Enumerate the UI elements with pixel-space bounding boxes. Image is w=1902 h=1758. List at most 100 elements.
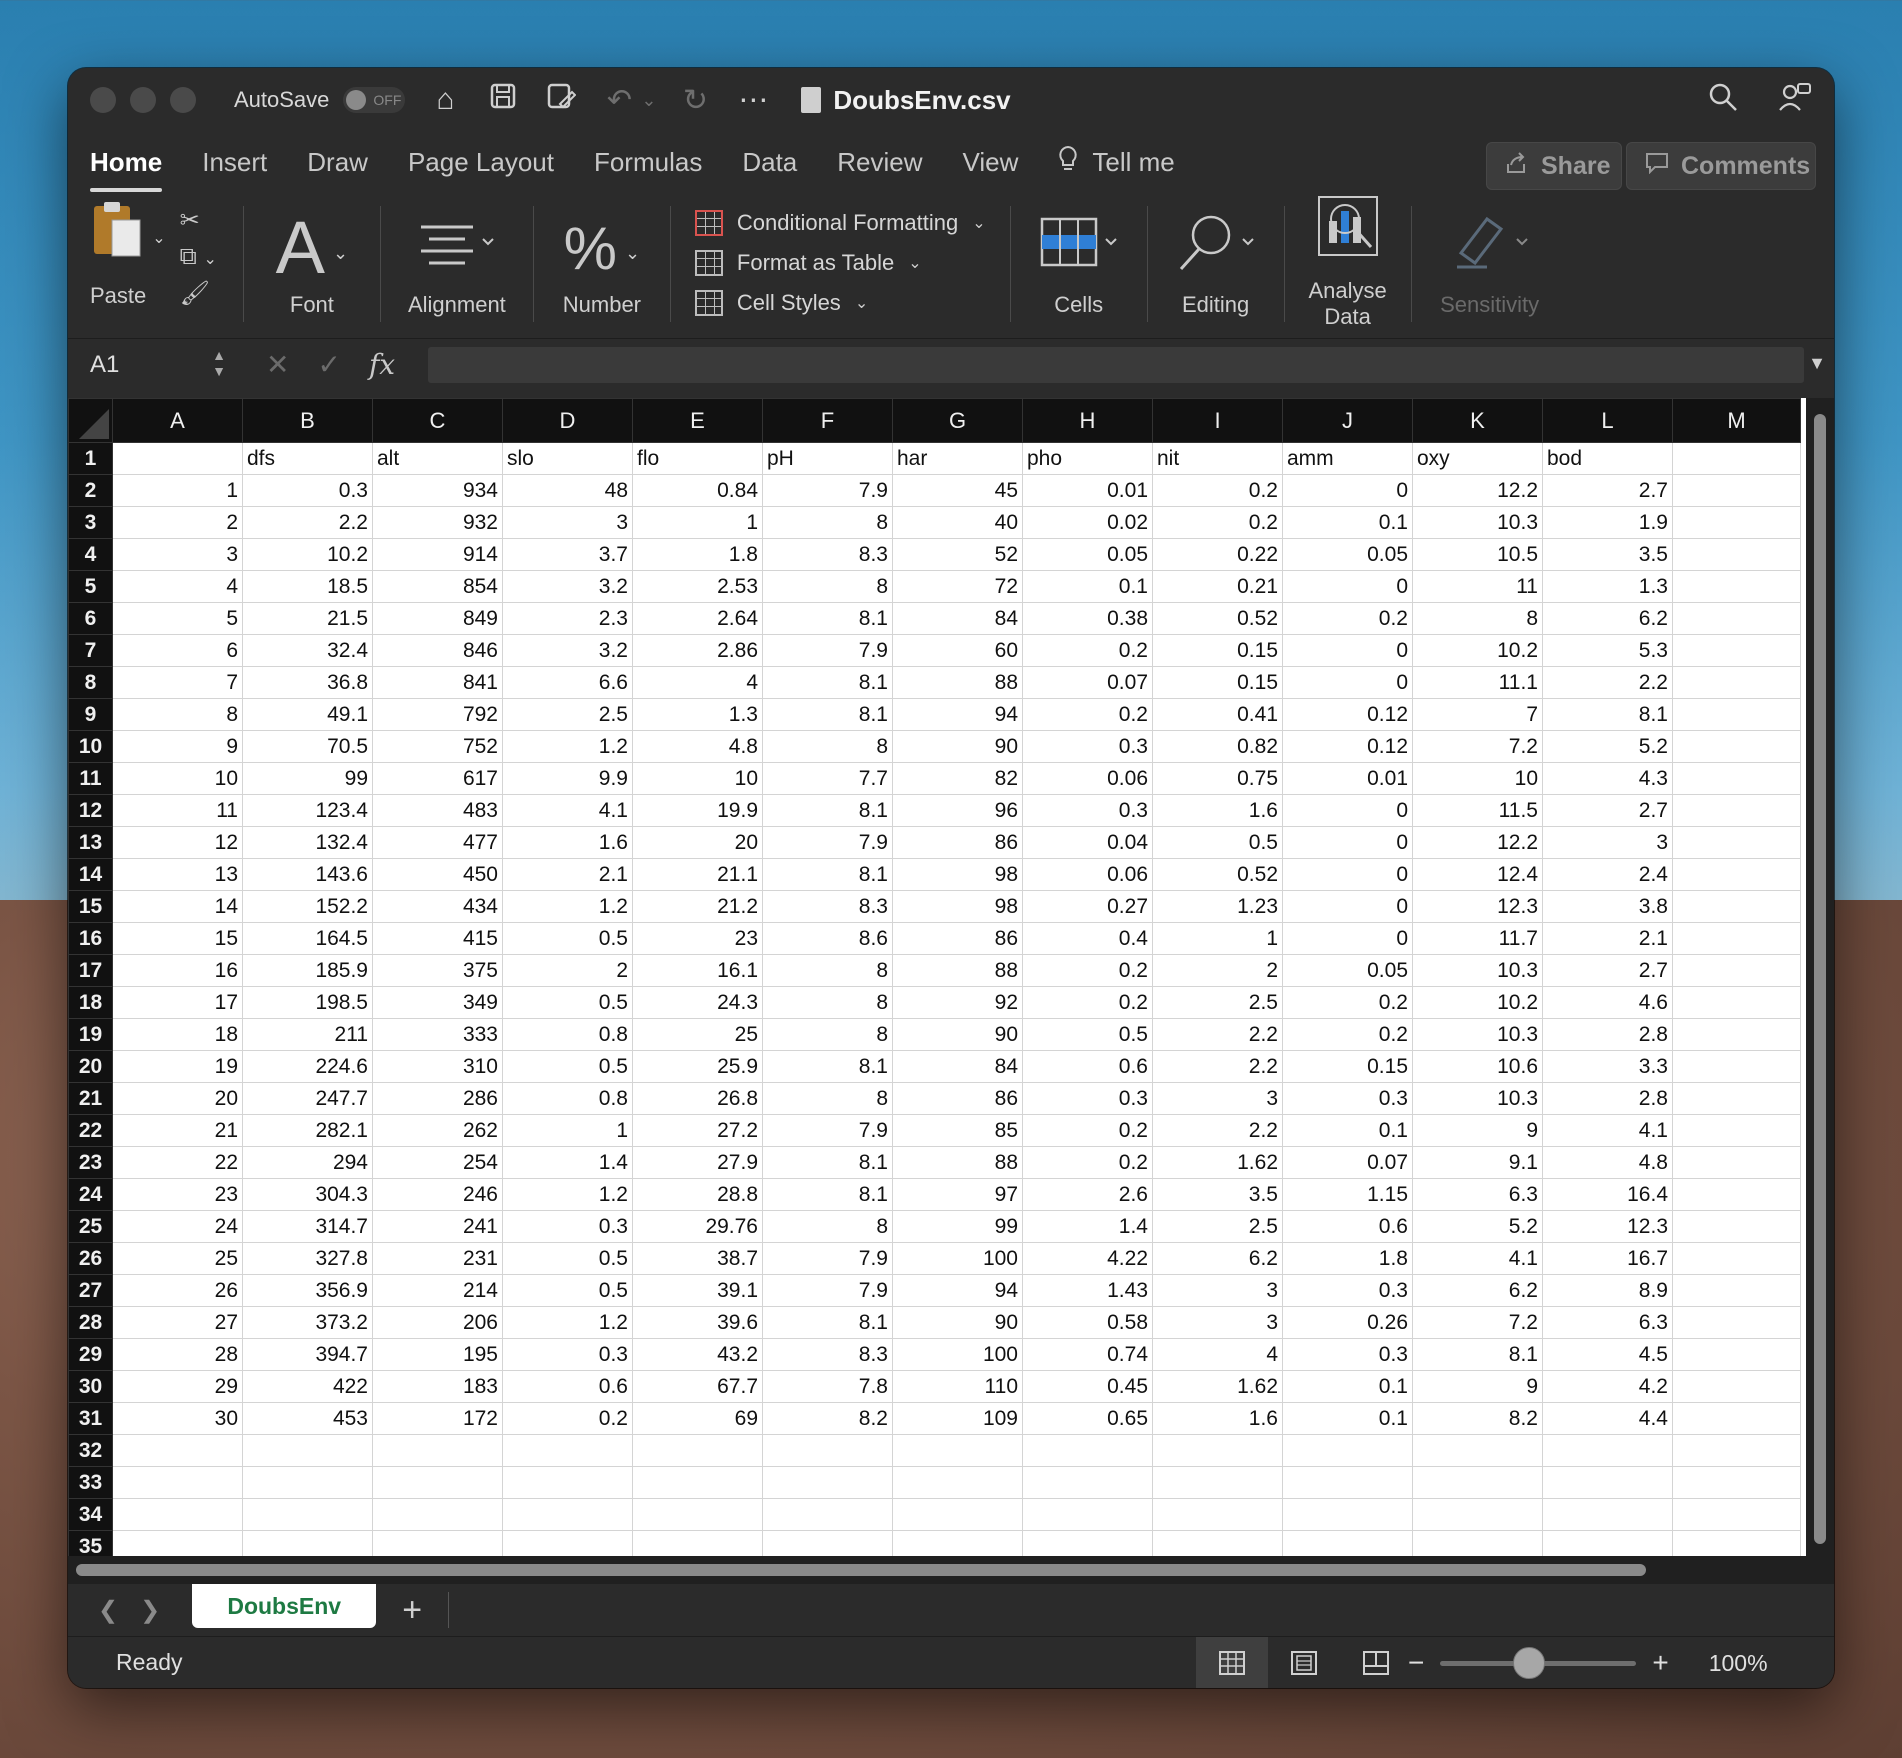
cell-b3[interactable]: 2.2 xyxy=(242,506,373,539)
cell-d4[interactable]: 3.7 xyxy=(502,538,633,571)
cell-e1[interactable]: flo xyxy=(632,442,763,475)
row-header[interactable]: 6 xyxy=(68,602,113,635)
cell-a9[interactable]: 8 xyxy=(112,698,243,731)
cell-k16[interactable]: 11.7 xyxy=(1412,922,1543,955)
cell-l22[interactable]: 4.1 xyxy=(1542,1114,1673,1147)
cell-m7[interactable] xyxy=(1672,634,1801,667)
cell-a28[interactable]: 27 xyxy=(112,1306,243,1339)
cell-a22[interactable]: 21 xyxy=(112,1114,243,1147)
cell-f4[interactable]: 8.3 xyxy=(762,538,893,571)
cell-g22[interactable]: 85 xyxy=(892,1114,1023,1147)
cell-c1[interactable]: alt xyxy=(372,442,503,475)
cell-k21[interactable]: 10.3 xyxy=(1412,1082,1543,1115)
cell-b16[interactable]: 164.5 xyxy=(242,922,373,955)
cell-i24[interactable]: 3.5 xyxy=(1152,1178,1283,1211)
cell-c31[interactable]: 172 xyxy=(372,1402,503,1435)
cell-i28[interactable]: 3 xyxy=(1152,1306,1283,1339)
cell-h31[interactable]: 0.65 xyxy=(1022,1402,1153,1435)
cell-e27[interactable]: 39.1 xyxy=(632,1274,763,1307)
cell-m19[interactable] xyxy=(1672,1018,1801,1051)
cell-m22[interactable] xyxy=(1672,1114,1801,1147)
cell-j10[interactable]: 0.12 xyxy=(1282,730,1413,763)
cell-b23[interactable]: 294 xyxy=(242,1146,373,1179)
cell-k11[interactable]: 10 xyxy=(1412,762,1543,795)
autosave-toggle[interactable]: OFF xyxy=(343,87,406,113)
row-header[interactable]: 8 xyxy=(68,666,113,699)
cell-k9[interactable]: 7 xyxy=(1412,698,1543,731)
row-header[interactable]: 17 xyxy=(68,954,113,987)
cell-i11[interactable]: 0.75 xyxy=(1152,762,1283,795)
cell-k5[interactable]: 11 xyxy=(1412,570,1543,603)
cell-k2[interactable]: 12.2 xyxy=(1412,474,1543,507)
select-all-corner[interactable] xyxy=(68,398,113,443)
cell-k10[interactable]: 7.2 xyxy=(1412,730,1543,763)
cell-d34[interactable] xyxy=(502,1498,633,1531)
cell-j9[interactable]: 0.12 xyxy=(1282,698,1413,731)
cell-j6[interactable]: 0.2 xyxy=(1282,602,1413,635)
tab-formulas[interactable]: Formulas xyxy=(594,147,702,178)
cell-m16[interactable] xyxy=(1672,922,1801,955)
cell-c22[interactable]: 262 xyxy=(372,1114,503,1147)
cell-i19[interactable]: 2.2 xyxy=(1152,1018,1283,1051)
cell-j15[interactable]: 0 xyxy=(1282,890,1413,923)
cell-c34[interactable] xyxy=(372,1498,503,1531)
cell-k18[interactable]: 10.2 xyxy=(1412,986,1543,1019)
cell-c23[interactable]: 254 xyxy=(372,1146,503,1179)
cell-d22[interactable]: 1 xyxy=(502,1114,633,1147)
cell-d30[interactable]: 0.6 xyxy=(502,1370,633,1403)
cell-b8[interactable]: 36.8 xyxy=(242,666,373,699)
cell-h21[interactable]: 0.3 xyxy=(1022,1082,1153,1115)
row-header[interactable]: 30 xyxy=(68,1370,113,1403)
cell-m9[interactable] xyxy=(1672,698,1801,731)
cell-g16[interactable]: 86 xyxy=(892,922,1023,955)
vertical-scroll-thumb[interactable] xyxy=(1814,414,1826,1544)
cell-c21[interactable]: 286 xyxy=(372,1082,503,1115)
cell-d26[interactable]: 0.5 xyxy=(502,1242,633,1275)
insert-function-icon[interactable]: fx xyxy=(369,348,395,381)
cell-e10[interactable]: 4.8 xyxy=(632,730,763,763)
cell-a15[interactable]: 14 xyxy=(112,890,243,923)
cell-a8[interactable]: 7 xyxy=(112,666,243,699)
cell-m20[interactable] xyxy=(1672,1050,1801,1083)
cell-m25[interactable] xyxy=(1672,1210,1801,1243)
cell-d9[interactable]: 2.5 xyxy=(502,698,633,731)
cell-g32[interactable] xyxy=(892,1434,1023,1467)
cell-b30[interactable]: 422 xyxy=(242,1370,373,1403)
cell-f8[interactable]: 8.1 xyxy=(762,666,893,699)
number-group-button[interactable]: % ⌄ Number xyxy=(534,198,670,338)
cell-h2[interactable]: 0.01 xyxy=(1022,474,1153,507)
cell-i27[interactable]: 3 xyxy=(1152,1274,1283,1307)
cell-a32[interactable] xyxy=(112,1434,243,1467)
column-header-h[interactable]: H xyxy=(1022,398,1153,443)
cell-m14[interactable] xyxy=(1672,858,1801,891)
cell-e25[interactable]: 29.76 xyxy=(632,1210,763,1243)
cell-d27[interactable]: 0.5 xyxy=(502,1274,633,1307)
cell-f21[interactable]: 8 xyxy=(762,1082,893,1115)
cell-k19[interactable]: 10.3 xyxy=(1412,1018,1543,1051)
cell-g14[interactable]: 98 xyxy=(892,858,1023,891)
cell-e8[interactable]: 4 xyxy=(632,666,763,699)
cell-a7[interactable]: 6 xyxy=(112,634,243,667)
cell-j34[interactable] xyxy=(1282,1498,1413,1531)
cell-f23[interactable]: 8.1 xyxy=(762,1146,893,1179)
paste-button[interactable]: Paste xyxy=(90,198,146,309)
column-header-a[interactable]: A xyxy=(112,398,243,443)
page-layout-view-icon[interactable] xyxy=(1268,1637,1340,1688)
cell-l9[interactable]: 8.1 xyxy=(1542,698,1673,731)
save-as-icon[interactable] xyxy=(543,82,579,118)
cell-m8[interactable] xyxy=(1672,666,1801,699)
cell-b24[interactable]: 304.3 xyxy=(242,1178,373,1211)
cell-g8[interactable]: 88 xyxy=(892,666,1023,699)
cell-c33[interactable] xyxy=(372,1466,503,1499)
cell-k34[interactable] xyxy=(1412,1498,1543,1531)
cell-f29[interactable]: 8.3 xyxy=(762,1338,893,1371)
cell-a20[interactable]: 19 xyxy=(112,1050,243,1083)
cell-g20[interactable]: 84 xyxy=(892,1050,1023,1083)
cell-c17[interactable]: 375 xyxy=(372,954,503,987)
cell-h3[interactable]: 0.02 xyxy=(1022,506,1153,539)
cell-h29[interactable]: 0.74 xyxy=(1022,1338,1153,1371)
cell-l20[interactable]: 3.3 xyxy=(1542,1050,1673,1083)
cell-b6[interactable]: 21.5 xyxy=(242,602,373,635)
cell-c32[interactable] xyxy=(372,1434,503,1467)
cell-i8[interactable]: 0.15 xyxy=(1152,666,1283,699)
